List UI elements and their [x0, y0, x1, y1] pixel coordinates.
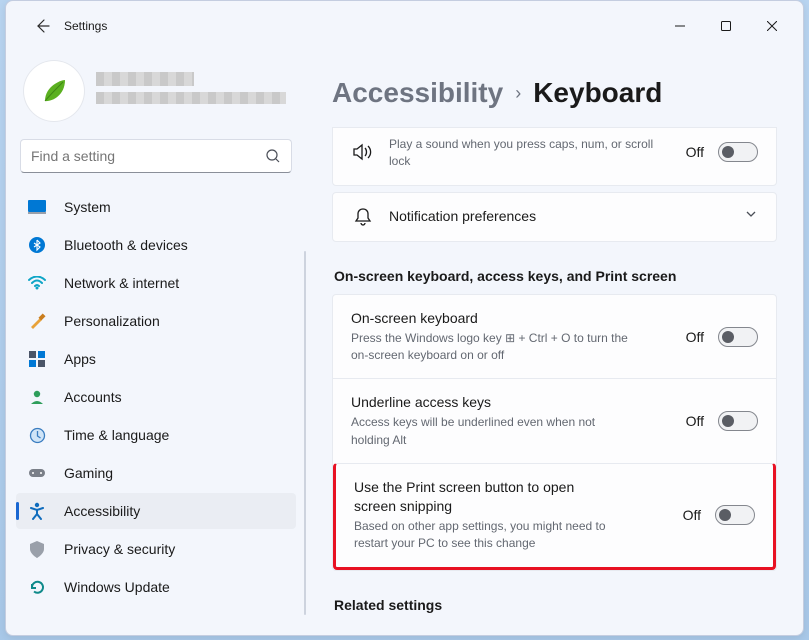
- nav-network[interactable]: Network & internet: [16, 265, 296, 301]
- wifi-icon: [28, 274, 46, 292]
- nav-gaming[interactable]: Gaming: [16, 455, 296, 491]
- toggle-osk[interactable]: [718, 327, 758, 347]
- speaker-icon: [351, 143, 375, 161]
- content-area: Accessibility › Keyboard Play a sound wh…: [306, 51, 803, 635]
- bell-icon: [351, 207, 375, 227]
- back-button[interactable]: [24, 8, 60, 44]
- window-body: System Bluetooth & devices Network & int…: [6, 51, 803, 635]
- display-icon: [28, 198, 46, 216]
- section-header-related: Related settings: [334, 597, 777, 613]
- nav-update[interactable]: Windows Update: [16, 569, 296, 605]
- row-title: Underline access keys: [351, 393, 672, 412]
- window-title: Settings: [64, 19, 107, 33]
- row-underline-access-keys[interactable]: Underline access keys Access keys will b…: [333, 378, 776, 463]
- nav-accounts[interactable]: Accounts: [16, 379, 296, 415]
- maximize-button[interactable]: [703, 10, 749, 42]
- nav-label: Apps: [64, 351, 96, 367]
- nav-list: System Bluetooth & devices Network & int…: [16, 189, 296, 605]
- nav-label: Gaming: [64, 465, 113, 481]
- breadcrumb: Accessibility › Keyboard: [332, 51, 777, 127]
- settings-window: Settings System B: [5, 0, 804, 636]
- profile-info: [96, 72, 292, 110]
- nav-bluetooth[interactable]: Bluetooth & devices: [16, 227, 296, 263]
- close-button[interactable]: [749, 10, 795, 42]
- row-title: Notification preferences: [389, 207, 730, 226]
- row-title: Use the Print screen button to open scre…: [354, 478, 614, 516]
- apps-icon: [28, 350, 46, 368]
- row-notification[interactable]: Notification preferences: [333, 193, 776, 241]
- row-title: On-screen keyboard: [351, 309, 672, 328]
- avatar: [24, 61, 84, 121]
- clock-globe-icon: [28, 426, 46, 444]
- row-print-screen[interactable]: Use the Print screen button to open scre…: [333, 463, 776, 570]
- bluetooth-icon: [28, 236, 46, 254]
- nav-label: Bluetooth & devices: [64, 237, 188, 253]
- row-subtitle: Press the Windows logo key ⊞ + Ctrl + O …: [351, 330, 631, 365]
- breadcrumb-parent[interactable]: Accessibility: [332, 77, 503, 109]
- sidebar: System Bluetooth & devices Network & int…: [6, 51, 306, 635]
- card-osk-group: On-screen keyboard Press the Windows log…: [332, 294, 777, 571]
- nav-privacy[interactable]: Privacy & security: [16, 531, 296, 567]
- gamepad-icon: [28, 464, 46, 482]
- person-icon: [28, 388, 46, 406]
- nav-label: Privacy & security: [64, 541, 175, 557]
- profile-name-redacted: [96, 72, 194, 86]
- section-header: On-screen keyboard, access keys, and Pri…: [334, 268, 777, 284]
- profile-block[interactable]: [16, 61, 296, 139]
- titlebar: Settings: [6, 1, 803, 51]
- search-icon: [265, 148, 281, 164]
- nav-label: Network & internet: [64, 275, 179, 291]
- profile-email-redacted: [96, 92, 286, 104]
- accessibility-icon: [28, 502, 46, 520]
- chevron-down-icon: [744, 207, 758, 226]
- row-subtitle: Based on other app settings, you might n…: [354, 518, 634, 553]
- nav-personalization[interactable]: Personalization: [16, 303, 296, 339]
- toggle-state: Off: [686, 413, 704, 429]
- nav-system[interactable]: System: [16, 189, 296, 225]
- search-box[interactable]: [20, 139, 292, 173]
- update-icon: [28, 578, 46, 596]
- sidebar-scrollbar[interactable]: [304, 251, 306, 615]
- toggle-state: Off: [686, 144, 704, 160]
- breadcrumb-current: Keyboard: [533, 77, 662, 109]
- toggle-state: Off: [683, 507, 701, 523]
- nav-time[interactable]: Time & language: [16, 417, 296, 453]
- nav-label: Windows Update: [64, 579, 170, 595]
- search-input[interactable]: [31, 148, 265, 164]
- card-toggle-sounds: Play a sound when you press caps, num, o…: [332, 127, 777, 186]
- nav-apps[interactable]: Apps: [16, 341, 296, 377]
- card-notification: Notification preferences: [332, 192, 777, 242]
- nav-label: System: [64, 199, 111, 215]
- row-sound[interactable]: Play a sound when you press caps, num, o…: [333, 128, 776, 185]
- shield-icon: [28, 540, 46, 558]
- back-arrow-icon: [34, 18, 50, 34]
- row-osk[interactable]: On-screen keyboard Press the Windows log…: [333, 295, 776, 379]
- nav-label: Personalization: [64, 313, 160, 329]
- nav-label: Time & language: [64, 427, 169, 443]
- leaf-icon: [37, 74, 71, 108]
- nav-label: Accessibility: [64, 503, 140, 519]
- row-subtitle: Access keys will be underlined even when…: [351, 414, 631, 449]
- toggle-printscreen[interactable]: [715, 505, 755, 525]
- toggle-uak[interactable]: [718, 411, 758, 431]
- row-subtitle: Play a sound when you press caps, num, o…: [389, 136, 669, 171]
- minimize-button[interactable]: [657, 10, 703, 42]
- window-controls: [657, 10, 795, 42]
- nav-label: Accounts: [64, 389, 122, 405]
- nav-accessibility[interactable]: Accessibility: [16, 493, 296, 529]
- paintbrush-icon: [28, 312, 46, 330]
- toggle-sound[interactable]: [718, 142, 758, 162]
- chevron-right-icon: ›: [515, 83, 521, 104]
- toggle-state: Off: [686, 329, 704, 345]
